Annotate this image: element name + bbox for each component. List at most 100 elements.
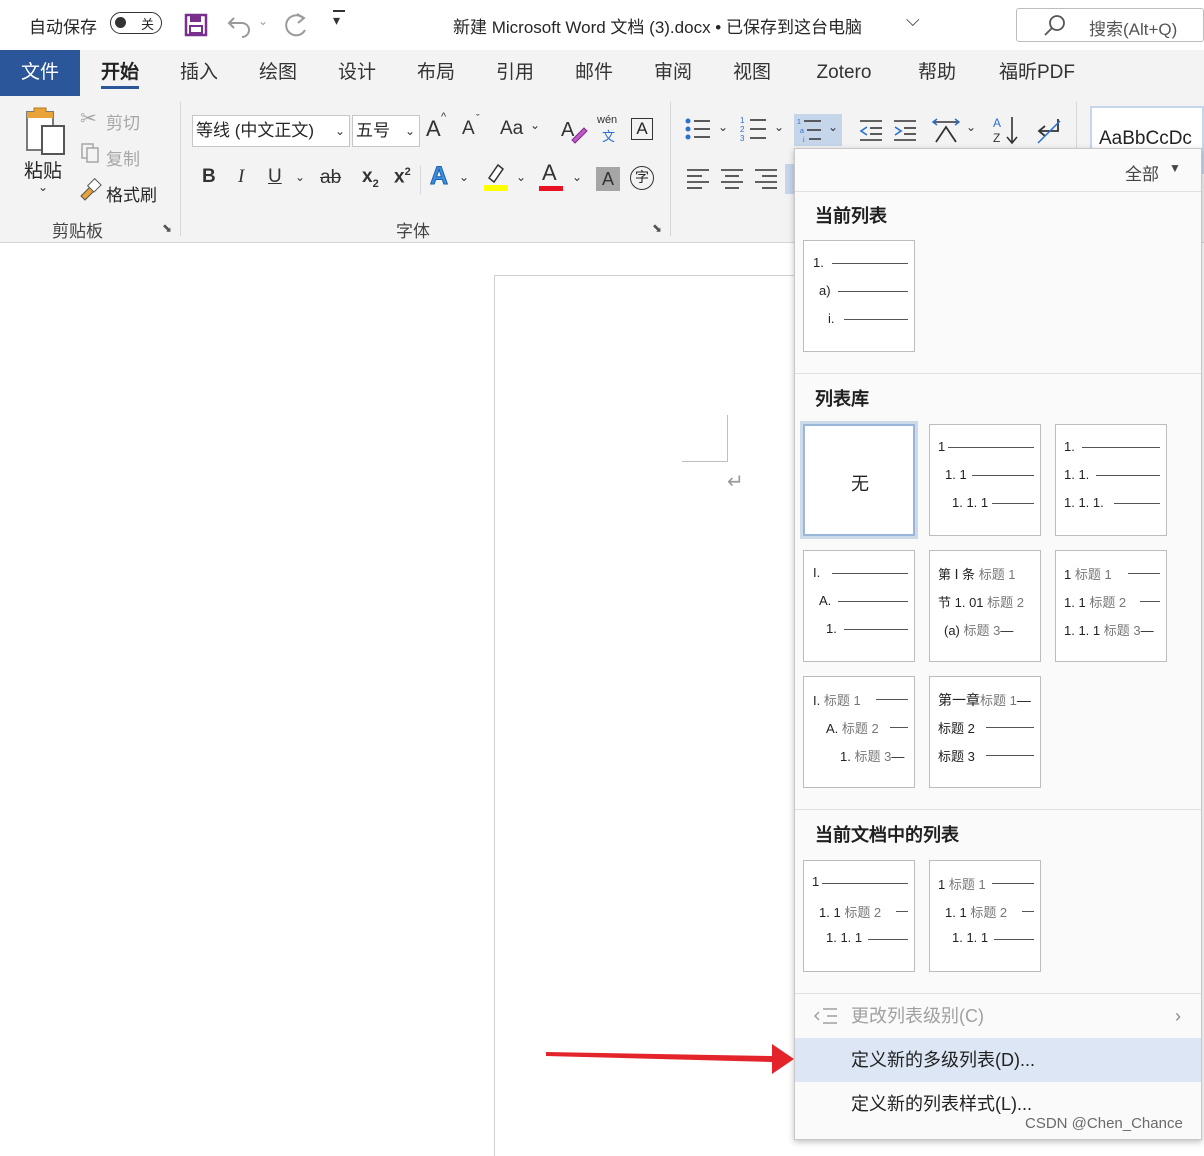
- thumb-level-3: i.: [828, 311, 835, 326]
- font-color-icon[interactable]: A: [542, 160, 557, 186]
- num: A.: [826, 721, 839, 736]
- list-level-icon: [813, 1008, 837, 1024]
- heading: 标题 2: [1089, 595, 1127, 610]
- document-list-thumb-2[interactable]: 1 标题 1 1. 1 标题 2 1. 1. 1: [929, 860, 1041, 972]
- library-thumb-article-section[interactable]: 第 Ⅰ 条 标题 1 节 1. 01 标题 2 (a) 标题 3—: [929, 550, 1041, 662]
- asian-layout-icon[interactable]: [930, 116, 962, 144]
- search-placeholder: 搜索(Alt+Q): [1089, 20, 1178, 39]
- tab-design[interactable]: 设计: [326, 50, 388, 96]
- align-center-icon[interactable]: [720, 168, 744, 190]
- format-painter-button[interactable]: 格式刷: [106, 181, 157, 206]
- thumb-line: [972, 475, 1034, 476]
- thumb-level-3: 1. 1. 1: [826, 930, 863, 945]
- chevron-down-icon: ⌄: [966, 120, 977, 134]
- font-launcher-icon[interactable]: ⬊: [652, 221, 662, 235]
- bullets-icon[interactable]: [684, 116, 714, 142]
- align-left-icon[interactable]: [686, 168, 710, 190]
- svg-text:a: a: [800, 128, 804, 135]
- character-shading-icon[interactable]: A: [596, 167, 620, 191]
- clear-formatting-icon[interactable]: A: [560, 114, 588, 144]
- suffix: 标题 2: [987, 595, 1024, 610]
- paste-label[interactable]: 粘贴: [24, 156, 62, 183]
- tab-review[interactable]: 审阅: [642, 50, 704, 96]
- library-thumb-heading-outline[interactable]: I. 标题 1 A. 标题 2 1. 标题 3—: [803, 676, 915, 788]
- thumb-line: [838, 291, 908, 292]
- library-thumb-chapter[interactable]: 第一章标题 1— 标题 2 标题 3: [929, 676, 1041, 788]
- customize-qat-icon[interactable]: ▾: [333, 12, 340, 29]
- italic-button[interactable]: I: [238, 166, 244, 188]
- character-border-icon[interactable]: A: [631, 118, 653, 140]
- show-formatting-icon[interactable]: [1034, 116, 1064, 144]
- undo-dropdown-icon[interactable]: ⌄: [258, 14, 268, 28]
- tab-home[interactable]: 开始: [89, 50, 151, 96]
- thumb-level-2: 1. 1 标题 2: [819, 902, 881, 921]
- copy-button[interactable]: 复制: [106, 145, 140, 170]
- tab-help[interactable]: 帮助: [906, 50, 968, 96]
- align-right-icon[interactable]: [754, 168, 778, 190]
- tab-file[interactable]: 文件: [0, 50, 80, 96]
- menu-divider: [795, 809, 1201, 810]
- sort-icon[interactable]: A Z: [992, 114, 1022, 146]
- strikethrough-button[interactable]: ab: [320, 167, 341, 189]
- enclose-characters-icon[interactable]: 字: [630, 166, 654, 190]
- thumb-level-3: 1.: [826, 621, 837, 636]
- font-name-value: 等线 (中文正文): [196, 121, 315, 140]
- define-new-multilevel-list-item[interactable]: 定义新的多级列表(D)...: [795, 1038, 1201, 1082]
- filter-dropdown[interactable]: 全部: [1125, 160, 1159, 185]
- multilevel-list-button[interactable]: 1 a i ⌄: [794, 114, 842, 146]
- tab-layout[interactable]: 布局: [405, 50, 467, 96]
- library-thumb-none[interactable]: 无: [800, 421, 918, 539]
- title-chevron-down-icon[interactable]: ⌵: [906, 10, 920, 31]
- underline-button[interactable]: U: [268, 166, 282, 188]
- font-size-combo[interactable]: 五号 ⌄: [352, 115, 420, 147]
- search-box[interactable]: 搜索(Alt+Q): [1016, 8, 1204, 42]
- phonetic-guide-icon[interactable]: 文: [602, 126, 615, 145]
- grow-font-icon[interactable]: A: [426, 116, 441, 142]
- library-thumb-decimal[interactable]: 1 1. 1 1. 1. 1: [929, 424, 1041, 536]
- tab-view[interactable]: 视图: [721, 50, 783, 96]
- current-list-thumb[interactable]: 1. a) i.: [803, 240, 915, 352]
- library-thumb-decimal-dot[interactable]: 1. 1. 1. 1. 1. 1.: [1055, 424, 1167, 536]
- thumb-level-3: 1. 1. 1.: [1064, 495, 1104, 510]
- change-case-button[interactable]: Aa: [500, 118, 523, 140]
- num: I.: [813, 693, 821, 708]
- library-thumb-outline[interactable]: I. A. 1.: [803, 550, 915, 662]
- tab-insert[interactable]: 插入: [168, 50, 230, 96]
- library-thumb-heading-decimal[interactable]: 1 标题 1 1. 1 标题 2 1. 1. 1 标题 3—: [1055, 550, 1167, 662]
- thumb-level-2: a): [819, 283, 831, 298]
- save-icon[interactable]: [184, 13, 208, 37]
- justify-button-partial[interactable]: [785, 164, 794, 194]
- increase-indent-icon[interactable]: [892, 118, 918, 142]
- bold-button[interactable]: B: [202, 166, 216, 188]
- heading: 标题 3: [854, 749, 892, 764]
- decrease-indent-icon[interactable]: [858, 118, 884, 142]
- document-title[interactable]: 新建 Microsoft Word 文档 (3).docx • 已保存到这台电脑: [453, 13, 862, 38]
- font-name-combo[interactable]: 等线 (中文正文) ⌄: [192, 115, 350, 147]
- scissors-icon: ✂: [80, 108, 97, 130]
- superscript-button[interactable]: x2: [394, 166, 411, 188]
- copy-icon: [81, 143, 99, 163]
- subscript-button[interactable]: x2: [362, 166, 379, 190]
- tab-foxit-pdf[interactable]: 福昕PDF: [990, 50, 1084, 96]
- text-effects-icon[interactable]: A: [429, 162, 448, 191]
- paste-dropdown-icon[interactable]: ⌄: [38, 180, 48, 194]
- tab-draw[interactable]: 绘图: [247, 50, 309, 96]
- document-list-thumb-1[interactable]: 1 1. 1 标题 2 1. 1. 1: [803, 860, 915, 972]
- undo-icon[interactable]: [226, 12, 254, 38]
- numbering-icon[interactable]: 1 2 3: [740, 114, 770, 144]
- phonetic-guide-top[interactable]: wén: [597, 114, 617, 126]
- tab-mailings[interactable]: 邮件: [563, 50, 625, 96]
- redo-icon[interactable]: [283, 10, 311, 40]
- thumb-line: [948, 447, 1034, 448]
- paste-icon[interactable]: [24, 106, 68, 156]
- autosave-toggle[interactable]: 关: [110, 12, 162, 34]
- thumb-level-1: 1 标题 1: [938, 874, 986, 893]
- cut-button[interactable]: 剪切: [106, 109, 140, 134]
- clipboard-launcher-icon[interactable]: ⬊: [162, 221, 172, 235]
- highlight-icon[interactable]: [483, 162, 509, 192]
- change-list-level-item[interactable]: 更改列表级别(C) ›: [795, 994, 1201, 1038]
- shrink-font-icon[interactable]: A: [462, 118, 475, 140]
- tab-zotero[interactable]: Zotero: [804, 50, 884, 96]
- document-page[interactable]: [494, 275, 815, 1156]
- tab-references[interactable]: 引用: [484, 50, 546, 96]
